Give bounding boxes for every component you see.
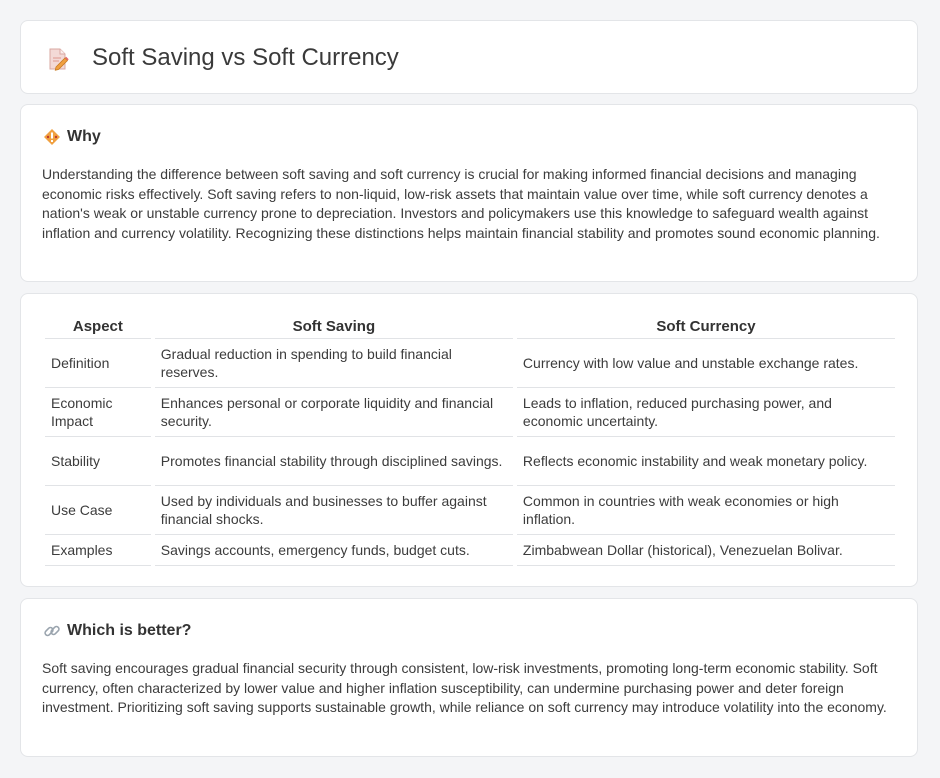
which-title: Which is better? xyxy=(67,622,192,639)
header-soft-saving: Soft Saving xyxy=(154,314,513,339)
why-section: Why Understanding the difference between… xyxy=(20,104,918,282)
cell-soft-currency: Leads to inflation, reduced purchasing p… xyxy=(516,388,895,437)
why-heading: Why xyxy=(43,127,101,147)
cell-soft-saving: Gradual reduction in spending to build f… xyxy=(154,339,513,388)
cell-soft-saving: Promotes financial stability through dis… xyxy=(154,437,513,486)
which-text: Soft saving encourages gradual financial… xyxy=(42,660,887,715)
why-text: Understanding the difference between sof… xyxy=(42,166,880,241)
cell-aspect: Examples xyxy=(45,535,151,566)
table-row: Examples Savings accounts, emergency fun… xyxy=(45,535,895,566)
table-header-row: Aspect Soft Saving Soft Currency xyxy=(45,314,895,339)
cell-aspect: Economic Impact xyxy=(45,388,151,437)
cell-soft-currency: Common in countries with weak economies … xyxy=(516,486,895,535)
why-title: Why xyxy=(67,128,101,145)
table-row: Economic Impact Enhances personal or cor… xyxy=(45,388,895,437)
which-heading: Which is better? xyxy=(43,621,191,641)
comparison-table: Aspect Soft Saving Soft Currency Definit… xyxy=(41,314,899,566)
header-soft-currency: Soft Currency xyxy=(516,314,895,339)
page-title: Soft Saving vs Soft Currency xyxy=(92,44,399,71)
cell-soft-saving: Used by individuals and businesses to bu… xyxy=(154,486,513,535)
cell-soft-currency: Currency with low value and unstable exc… xyxy=(516,339,895,388)
table-row: Definition Gradual reduction in spending… xyxy=(45,339,895,388)
header-aspect: Aspect xyxy=(45,314,151,339)
document-pencil-icon xyxy=(47,47,69,71)
cell-soft-currency: Zimbabwean Dollar (historical), Venezuel… xyxy=(516,535,895,566)
cell-aspect: Stability xyxy=(45,437,151,486)
comparison-section: Aspect Soft Saving Soft Currency Definit… xyxy=(20,293,918,587)
diamond-warning-icon xyxy=(43,128,61,146)
cell-soft-currency: Reflects economic instability and weak m… xyxy=(516,437,895,486)
table-row: Use Case Used by individuals and busines… xyxy=(45,486,895,535)
cell-soft-saving: Enhances personal or corporate liquidity… xyxy=(154,388,513,437)
cell-aspect: Use Case xyxy=(45,486,151,535)
table-row: Stability Promotes financial stability t… xyxy=(45,437,895,486)
title-card: Soft Saving vs Soft Currency xyxy=(20,20,918,94)
cell-soft-saving: Savings accounts, emergency funds, budge… xyxy=(154,535,513,566)
link-icon xyxy=(43,622,61,640)
cell-aspect: Definition xyxy=(45,339,151,388)
which-section: Which is better? Soft saving encourages … xyxy=(20,598,918,757)
